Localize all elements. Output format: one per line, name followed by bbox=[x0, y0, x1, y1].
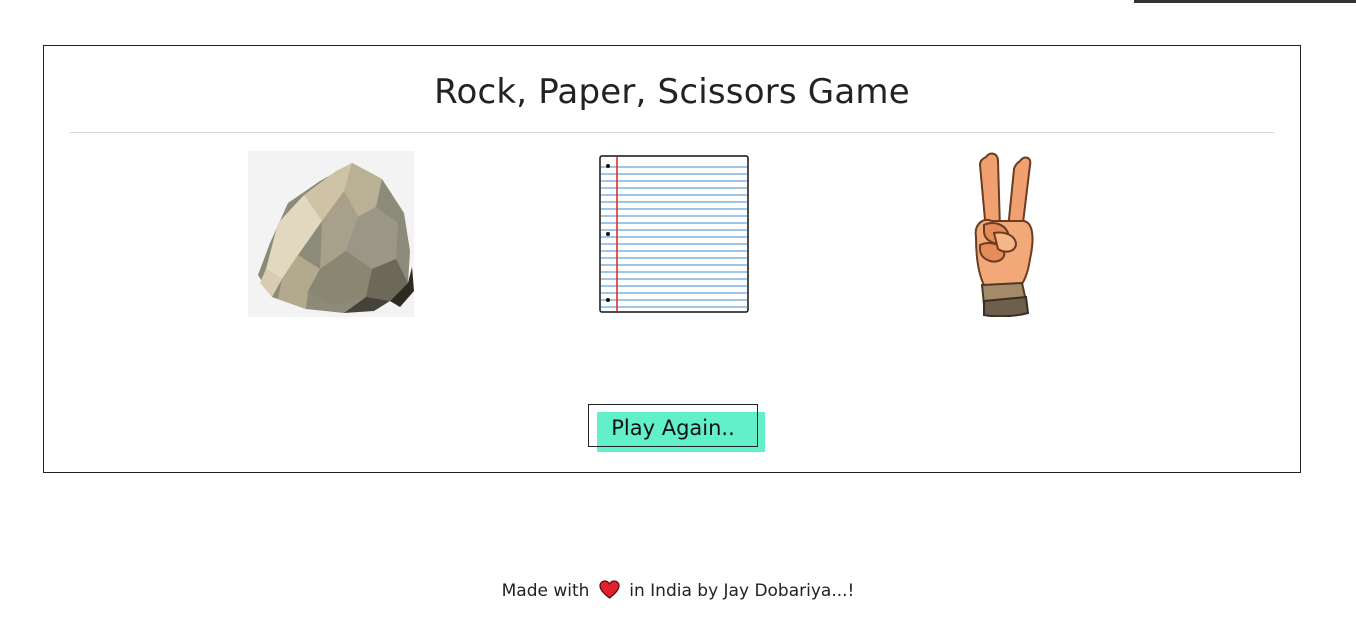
title-divider bbox=[70, 132, 1274, 133]
top-edge-bar bbox=[1134, 0, 1356, 3]
rock-image-icon bbox=[248, 151, 414, 317]
rock-choice-button[interactable] bbox=[248, 151, 414, 317]
footer-text-after: in India by Jay Dobariya...! bbox=[629, 581, 855, 601]
play-again-button[interactable]: Play Again.. bbox=[588, 404, 758, 447]
footer: Made with in India by Jay Dobariya...! bbox=[0, 580, 1356, 604]
paper-choice-button[interactable] bbox=[599, 155, 749, 313]
paper-image-icon bbox=[599, 155, 749, 313]
page-title: Rock, Paper, Scissors Game bbox=[434, 72, 910, 112]
scissors-choice-button[interactable] bbox=[964, 151, 1042, 317]
footer-text-before: Made with bbox=[501, 581, 590, 601]
scissors-hand-icon bbox=[974, 152, 1034, 317]
heart-icon bbox=[599, 580, 620, 604]
game-container: Rock, Paper, Scissors Game Play Again.. bbox=[43, 45, 1301, 473]
play-again-wrapper: Play Again.. bbox=[588, 404, 768, 456]
